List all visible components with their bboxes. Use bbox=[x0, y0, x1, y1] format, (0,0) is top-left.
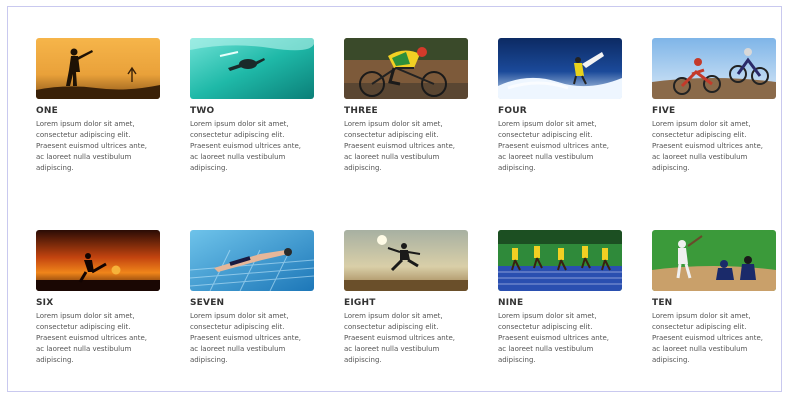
card-image[interactable] bbox=[652, 230, 776, 291]
sports-gallery-grid: ONE Lorem ipsum dolor sit amet, consecte… bbox=[0, 0, 786, 400]
card-title: EIGHT bbox=[344, 298, 376, 308]
card-title: FIVE bbox=[652, 106, 676, 116]
card-description: Lorem ipsum dolor sit amet, consectetur … bbox=[498, 120, 610, 172]
cyclist-race-photo bbox=[344, 38, 468, 99]
card-title: FOUR bbox=[498, 106, 527, 116]
card-description: Lorem ipsum dolor sit amet, consectetur … bbox=[498, 312, 610, 364]
underwater-surfer-photo bbox=[190, 38, 314, 99]
card-description: Lorem ipsum dolor sit amet, consectetur … bbox=[652, 312, 764, 364]
martial-arts-jump-photo bbox=[344, 230, 468, 291]
card-description: Lorem ipsum dolor sit amet, consectetur … bbox=[652, 120, 764, 172]
card-image[interactable] bbox=[498, 230, 622, 291]
card-description: Lorem ipsum dolor sit amet, consectetur … bbox=[190, 312, 302, 364]
baseball-batter-photo bbox=[652, 230, 776, 291]
card-image[interactable] bbox=[190, 230, 314, 291]
card-title: THREE bbox=[344, 106, 378, 116]
card-image[interactable] bbox=[498, 38, 622, 99]
card-image[interactable] bbox=[344, 230, 468, 291]
card-description: Lorem ipsum dolor sit amet, consectetur … bbox=[36, 312, 148, 364]
card-title: NINE bbox=[498, 298, 524, 308]
track-sprinters-photo bbox=[498, 230, 622, 291]
card-image[interactable] bbox=[344, 38, 468, 99]
card-image[interactable] bbox=[652, 38, 776, 99]
card-title: TEN bbox=[652, 298, 673, 308]
sunset-soccer-kick-photo bbox=[36, 230, 160, 291]
card-description: Lorem ipsum dolor sit amet, consectetur … bbox=[344, 120, 456, 172]
sunset-batter-silhouette-photo bbox=[36, 38, 160, 99]
card-title: SIX bbox=[36, 298, 54, 308]
card-title: TWO bbox=[190, 106, 215, 116]
pool-swimmer-photo bbox=[190, 230, 314, 291]
card-image[interactable] bbox=[36, 38, 160, 99]
card-description: Lorem ipsum dolor sit amet, consectetur … bbox=[36, 120, 148, 172]
card-description: Lorem ipsum dolor sit amet, consectetur … bbox=[344, 312, 456, 364]
card-image[interactable] bbox=[190, 38, 314, 99]
motocross-riders-photo bbox=[652, 38, 776, 99]
card-image[interactable] bbox=[36, 230, 160, 291]
card-description: Lorem ipsum dolor sit amet, consectetur … bbox=[190, 120, 302, 172]
card-title: ONE bbox=[36, 106, 58, 116]
card-title: SEVEN bbox=[190, 298, 225, 308]
wave-surfer-photo bbox=[498, 38, 622, 99]
